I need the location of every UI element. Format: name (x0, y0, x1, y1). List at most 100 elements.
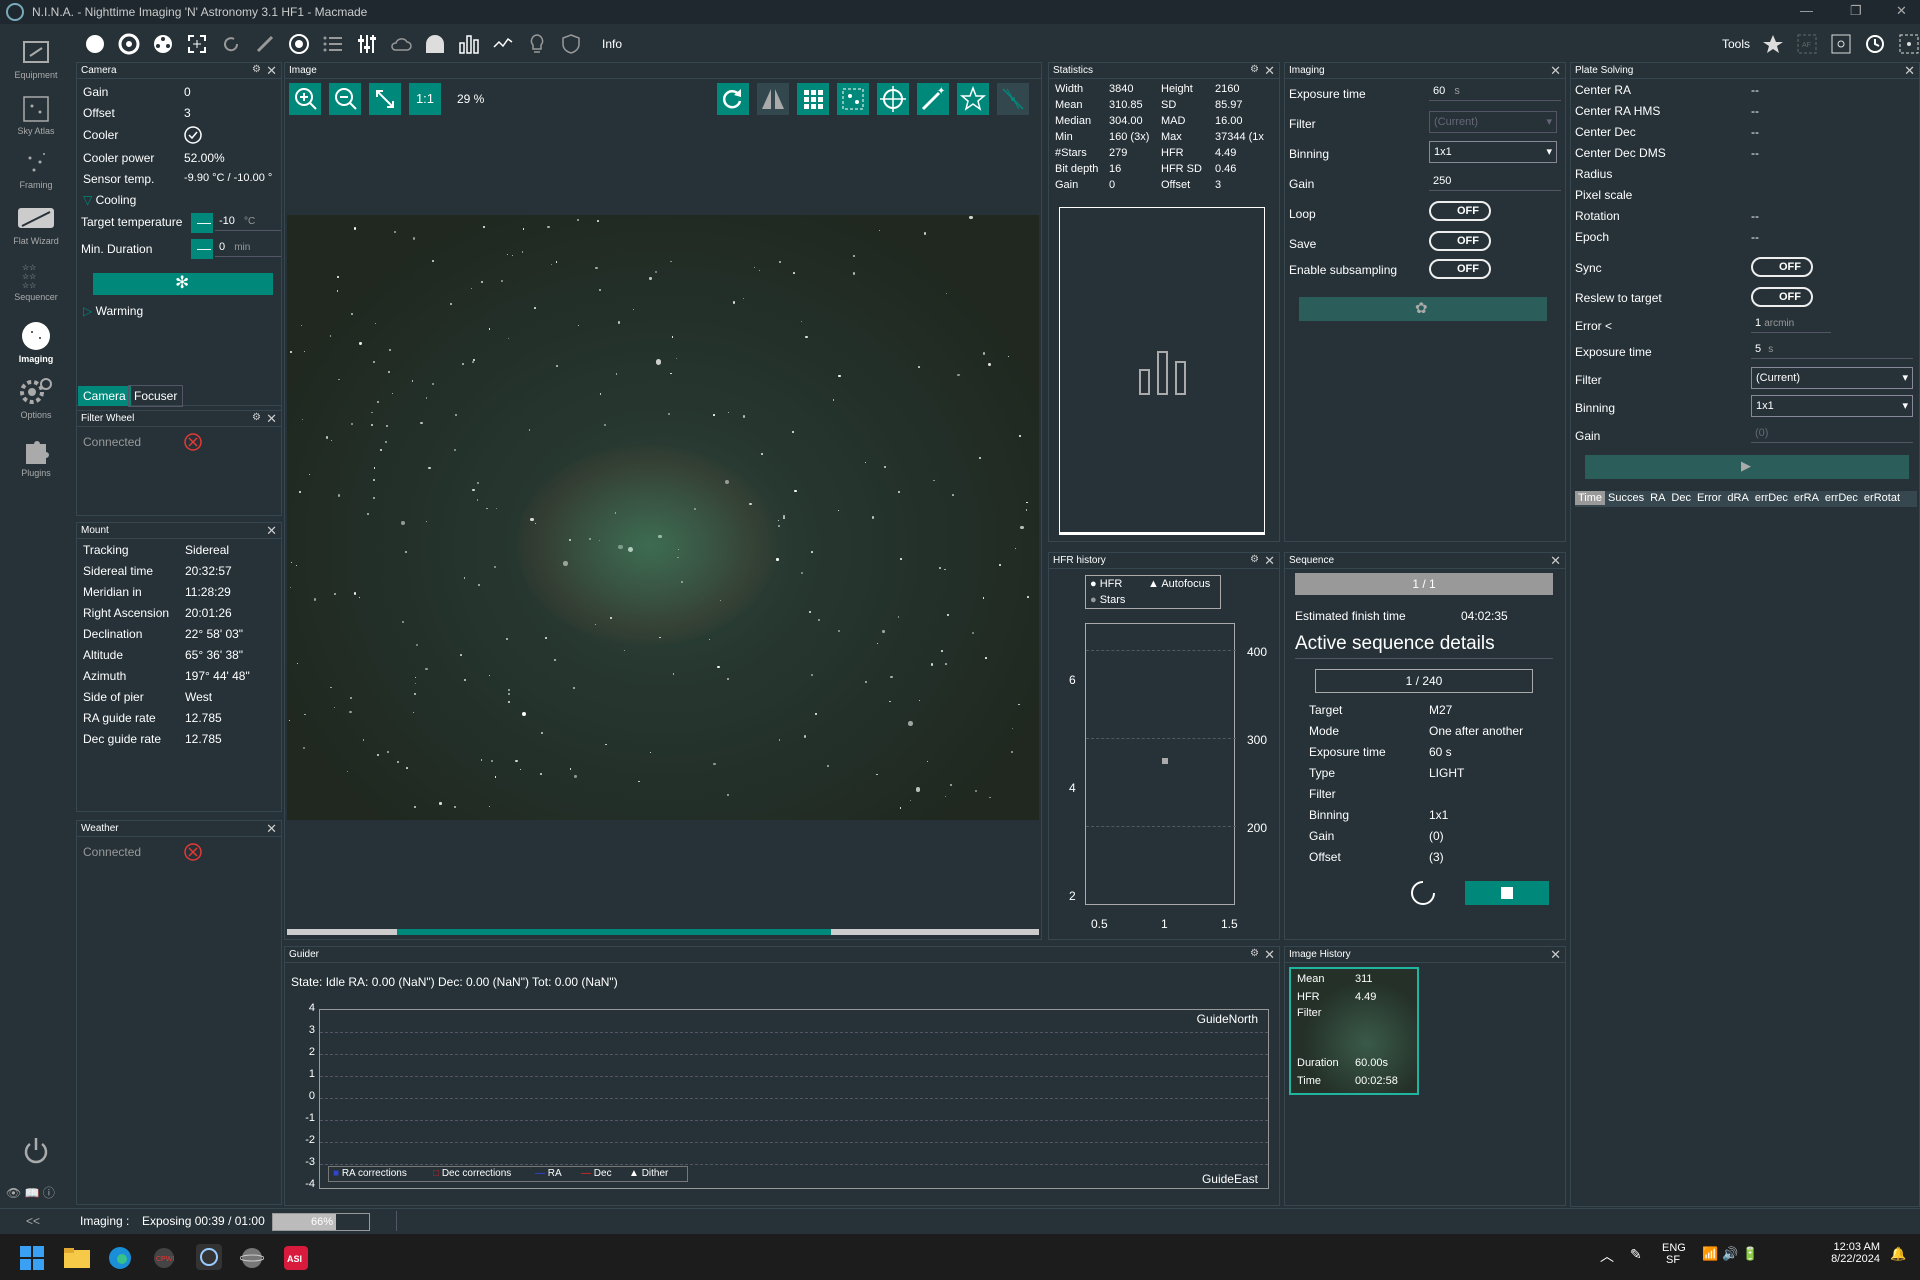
tab-camera[interactable]: Camera (78, 386, 131, 406)
history-icon[interactable] (1864, 33, 1886, 55)
exposure-input[interactable]: 60 s (1429, 83, 1561, 101)
decrement-button[interactable]: — (191, 239, 213, 259)
close-icon[interactable]: ✕ (1896, 3, 1907, 19)
crosshair-button[interactable] (877, 83, 909, 115)
sidebar-item-sky-atlas[interactable]: Sky Atlas (0, 94, 72, 136)
close-icon[interactable]: ✕ (266, 821, 277, 837)
ps-column-header[interactable]: errDec (1752, 491, 1791, 505)
settings-icon[interactable]: ⚙ (252, 412, 261, 423)
close-icon[interactable]: ✕ (1550, 63, 1561, 79)
cloud-icon[interactable] (390, 33, 412, 55)
auto-stretch-button[interactable]: ✦ (917, 83, 949, 115)
nina-taskbar-icon[interactable] (196, 1244, 222, 1270)
bahtinov-button[interactable] (997, 83, 1029, 115)
tools-label[interactable]: Tools (1722, 37, 1750, 51)
stop-button[interactable] (1465, 881, 1549, 905)
crop-icon[interactable] (186, 33, 208, 55)
zoom-in-button[interactable] (289, 83, 321, 115)
info-icon[interactable]: ⓘ (43, 1186, 55, 1200)
autofocus-icon[interactable]: AF (1796, 33, 1818, 55)
bar-chart-icon[interactable] (458, 33, 480, 55)
battery-icon[interactable]: 🔋 (1742, 1246, 1758, 1262)
ps-binning-select[interactable]: 1x1 (1751, 395, 1913, 417)
target-grid-icon[interactable] (1830, 33, 1852, 55)
error-input[interactable]: 1 arcmin (1751, 315, 1831, 333)
sidebar-item-flat-wizard[interactable]: Flat Wizard (0, 204, 72, 246)
sliders-icon[interactable] (356, 33, 378, 55)
tab-focuser[interactable]: Focuser (128, 385, 184, 407)
close-icon[interactable]: ✕ (1904, 63, 1915, 79)
ps-exposure-input[interactable]: 5 s (1751, 341, 1913, 359)
sidebar-item-sequencer[interactable]: ☆☆ ☆☆ ☆☆ Sequencer (0, 260, 72, 302)
language-indicator[interactable]: ENG SF (1662, 1242, 1686, 1266)
min-duration-input[interactable]: 0 min (215, 239, 281, 257)
maximize-icon[interactable]: ❐ (1850, 3, 1862, 19)
windows-start-icon[interactable] (20, 1246, 44, 1270)
filter-select[interactable]: (Current) (1429, 111, 1557, 133)
close-icon[interactable]: ✕ (266, 523, 277, 539)
ps-column-header[interactable]: erRA (1791, 491, 1822, 505)
sidebar-item-plugins[interactable]: Plugins (0, 436, 72, 478)
planet-app-icon[interactable] (240, 1246, 264, 1270)
ps-gain-input[interactable]: (0) (1751, 425, 1913, 443)
ps-column-header[interactable]: RA (1647, 491, 1668, 505)
edge-icon[interactable] (108, 1246, 132, 1270)
asi-app-icon[interactable]: ASI (284, 1246, 308, 1270)
ps-column-header[interactable]: Error (1694, 491, 1724, 505)
reslew-toggle[interactable]: OFF (1751, 287, 1813, 307)
star-detect-button[interactable] (837, 83, 869, 115)
ps-column-header[interactable]: Dec (1668, 491, 1694, 505)
file-explorer-icon[interactable] (64, 1246, 90, 1270)
dome-icon[interactable] (424, 33, 446, 55)
camera-connect-icon[interactable] (84, 33, 106, 55)
ps-column-header[interactable]: errDec (1822, 491, 1861, 505)
lightbulb-icon[interactable] (526, 33, 548, 55)
loop-toggle[interactable]: OFF (1429, 201, 1491, 221)
power-button[interactable] (0, 1134, 72, 1168)
settings-icon[interactable]: ⚙ (1250, 948, 1259, 959)
binning-select[interactable]: 1x1 (1429, 141, 1557, 163)
clock[interactable]: 12:03 AM 8/22/2024 (1810, 1241, 1880, 1265)
app-icon[interactable]: CPWI (152, 1246, 176, 1270)
scrollbar-thumb[interactable] (397, 929, 831, 935)
graph-icon[interactable] (492, 33, 514, 55)
info-tab[interactable]: Info (602, 37, 622, 51)
zoom-out-button[interactable] (329, 83, 361, 115)
close-icon[interactable]: ✕ (1264, 553, 1275, 569)
guider-icon[interactable] (288, 33, 310, 55)
pen-icon[interactable]: ✎ (1630, 1246, 1642, 1263)
volume-icon[interactable]: 🔊 (1722, 1246, 1738, 1262)
astro-image[interactable] (287, 215, 1039, 820)
ps-column-header[interactable]: dRA (1724, 491, 1751, 505)
tray-chevron-icon[interactable]: ︿ (1600, 1246, 1614, 1266)
ps-column-header[interactable]: Time (1575, 491, 1606, 505)
notification-bell-icon[interactable]: 🔔 (1890, 1246, 1906, 1262)
wifi-icon[interactable]: 📶 (1702, 1246, 1718, 1262)
close-icon[interactable]: ✕ (266, 411, 277, 427)
target-temp-input[interactable]: -10 °C (215, 213, 281, 231)
cool-button[interactable]: ✻ (93, 273, 273, 295)
minimize-icon[interactable]: — (1800, 3, 1813, 18)
frame-icon[interactable] (1898, 33, 1920, 55)
sidebar-item-framing[interactable]: Framing (0, 148, 72, 190)
telescope-icon[interactable] (254, 33, 276, 55)
rotator-icon[interactable] (220, 33, 242, 55)
sidebar-item-equipment[interactable]: Equipment (0, 38, 72, 80)
close-icon[interactable]: ✕ (1264, 63, 1275, 79)
capture-button[interactable]: ✿ (1299, 297, 1547, 321)
settings-icon[interactable]: ⚙ (1250, 554, 1259, 565)
star-icon[interactable] (1762, 33, 1784, 55)
close-icon[interactable]: ✕ (266, 63, 277, 79)
image-scrollbar[interactable] (287, 929, 1039, 935)
filterwheel-icon[interactable] (118, 33, 140, 55)
history-thumbnail[interactable]: Mean 311 HFR 4.49 Filter Duration 60.00s… (1289, 967, 1419, 1095)
actual-size-button[interactable]: 1:1 (409, 83, 441, 115)
ps-column-header[interactable]: Succes (1605, 491, 1647, 505)
ps-column-header[interactable]: erRotat (1861, 491, 1903, 505)
cooling-expander[interactable]: ▽ Cooling (83, 193, 136, 207)
settings-icon[interactable]: ⚙ (252, 64, 261, 75)
solve-button[interactable]: ▶ (1585, 455, 1909, 479)
rotate-button[interactable] (717, 83, 749, 115)
sidebar-item-options[interactable]: Options (0, 376, 72, 420)
close-icon[interactable]: ✕ (1550, 553, 1561, 569)
